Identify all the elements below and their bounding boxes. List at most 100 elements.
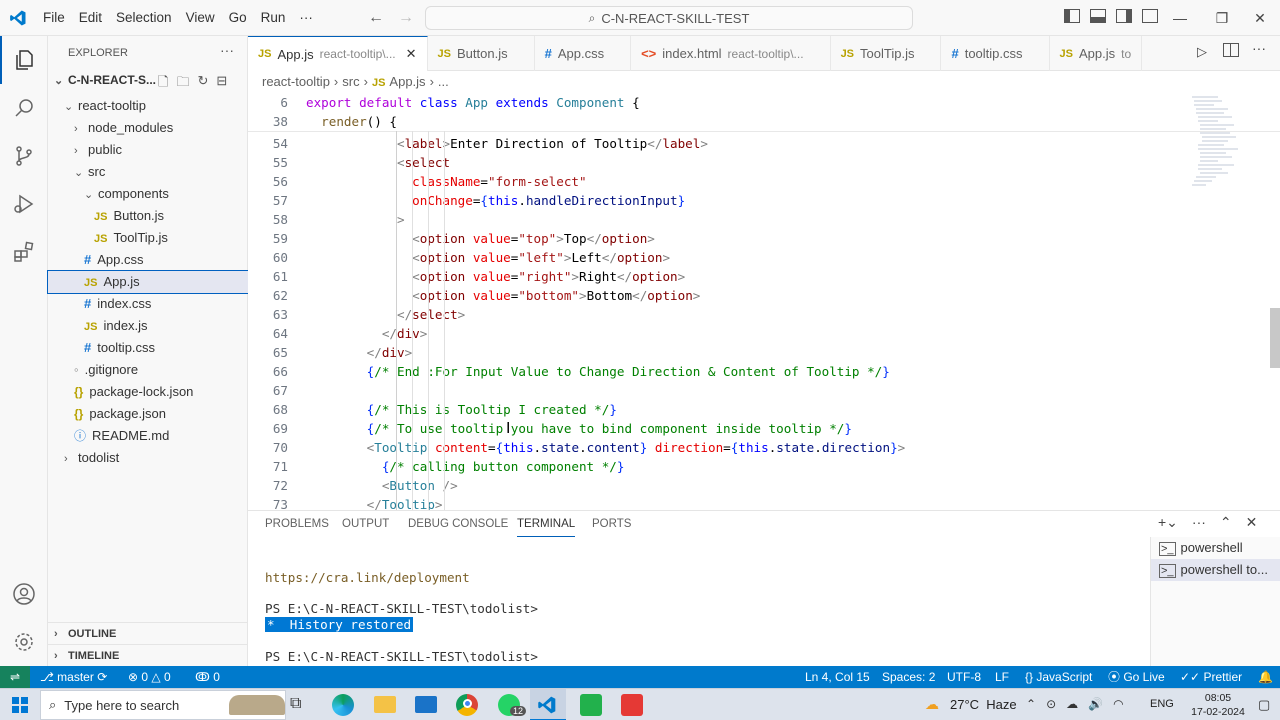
file-item[interactable]: # tooltip.css bbox=[48, 337, 248, 359]
folder-item[interactable]: › todolist bbox=[48, 447, 248, 469]
file-explorer-icon[interactable] bbox=[374, 696, 396, 713]
split-editor-icon[interactable] bbox=[1223, 43, 1239, 57]
editor-more-icon[interactable]: ··· bbox=[1252, 40, 1266, 56]
cloud-icon[interactable]: ☁ bbox=[1066, 697, 1078, 711]
go-live-button[interactable]: ⦿ Go Live bbox=[1108, 666, 1165, 688]
refresh-icon[interactable]: ↻ bbox=[197, 73, 208, 95]
panel-tab[interactable]: PROBLEMS bbox=[265, 511, 329, 537]
prettier-status[interactable]: ✓✓ Prettier bbox=[1180, 666, 1242, 688]
breadcrumb-item[interactable]: App.js bbox=[389, 74, 425, 89]
editor-tab[interactable]: JS ToolTip.js bbox=[831, 36, 942, 71]
folder-item[interactable]: › node_modules bbox=[48, 117, 248, 139]
volume-icon[interactable]: 🔊 bbox=[1088, 697, 1103, 711]
notification-center-icon[interactable]: ▢ bbox=[1258, 697, 1270, 713]
folder-item[interactable]: ⌄ react-tooltip bbox=[48, 95, 248, 117]
search-view-icon[interactable] bbox=[0, 84, 48, 132]
editor-tab[interactable]: JS App.js react-tooltip\... ✕ bbox=[248, 36, 428, 71]
folder-item[interactable]: ⌄ src bbox=[48, 161, 248, 183]
code-editor[interactable]: 6 export default class App extends Compon… bbox=[248, 93, 1280, 510]
collapse-all-icon[interactable]: ⊟ bbox=[216, 73, 227, 95]
toggle-secondary-sidebar-icon[interactable] bbox=[1116, 9, 1132, 23]
breadcrumb-item[interactable]: ... bbox=[438, 74, 449, 89]
panel-more-icon[interactable]: ··· bbox=[1192, 514, 1206, 531]
new-terminal-icon[interactable]: +⌄ bbox=[1158, 514, 1178, 531]
back-arrow-icon[interactable]: ← bbox=[368, 9, 384, 27]
minimap[interactable] bbox=[1188, 93, 1268, 193]
branch-status[interactable]: ⎇ master ⟳ bbox=[40, 666, 107, 688]
editor-scrollbar-thumb[interactable] bbox=[1270, 308, 1280, 368]
edge-browser-icon[interactable] bbox=[332, 694, 354, 716]
input-language[interactable]: ENG bbox=[1150, 698, 1174, 710]
app-red-icon[interactable] bbox=[621, 694, 643, 716]
editor-tab[interactable]: # tooltip.css bbox=[941, 36, 1050, 71]
file-item[interactable]: JS Button.js bbox=[48, 205, 248, 227]
menu-item[interactable]: View bbox=[179, 0, 222, 36]
menu-item[interactable]: Run bbox=[254, 0, 293, 36]
explorer-icon[interactable] bbox=[0, 36, 48, 84]
menu-item[interactable]: Edit bbox=[72, 0, 109, 36]
file-item[interactable]: # App.css bbox=[48, 249, 248, 271]
language-mode[interactable]: {} JavaScript bbox=[1025, 666, 1092, 688]
more-actions-icon[interactable]: ··· bbox=[220, 42, 234, 58]
close-panel-icon[interactable]: ✕ bbox=[1246, 514, 1258, 531]
file-item[interactable]: ⓘ README.md bbox=[48, 425, 248, 447]
task-view-icon[interactable]: ⧉ bbox=[290, 695, 301, 713]
wifi-icon[interactable]: ◠ bbox=[1113, 697, 1123, 711]
settings-gear-icon[interactable] bbox=[0, 618, 48, 666]
network-icon[interactable]: ⊙ bbox=[1046, 697, 1056, 711]
close-window-icon[interactable]: ✕ bbox=[1240, 0, 1280, 36]
problems-status[interactable]: ⊗ 0 △ 0 bbox=[128, 666, 171, 688]
new-folder-icon[interactable]: 🗀 bbox=[176, 73, 189, 95]
panel-tab[interactable]: OUTPUT bbox=[342, 511, 389, 537]
remote-icon[interactable]: ⇌ bbox=[0, 666, 30, 688]
timeline-section[interactable]: › TIMELINE bbox=[48, 644, 248, 666]
mail-icon[interactable] bbox=[415, 696, 437, 713]
file-item[interactable]: JS index.js bbox=[48, 315, 248, 337]
menu-item[interactable]: Selection bbox=[109, 0, 179, 36]
clock[interactable]: 08:05 17-02-2024 bbox=[1186, 691, 1250, 719]
new-file-icon[interactable]: 🗋 bbox=[158, 73, 168, 95]
terminal-item[interactable]: >_ powershell bbox=[1151, 537, 1280, 559]
file-item[interactable]: JS ToolTip.js bbox=[48, 227, 248, 249]
customize-layout-icon[interactable] bbox=[1142, 9, 1158, 23]
outline-section[interactable]: › OUTLINE bbox=[48, 622, 248, 644]
vscode-taskbar-item[interactable] bbox=[530, 689, 566, 720]
windows-start-icon[interactable] bbox=[12, 697, 28, 713]
maximize-panel-icon[interactable]: ⌃ bbox=[1220, 514, 1232, 531]
toggle-sidebar-icon[interactable] bbox=[1064, 9, 1080, 23]
toggle-panel-icon[interactable] bbox=[1090, 9, 1106, 23]
menu-item[interactable]: Go bbox=[222, 0, 254, 36]
extensions-icon[interactable] bbox=[0, 228, 48, 276]
file-item[interactable]: # index.css bbox=[48, 293, 248, 315]
editor-tab[interactable]: <> index.html react-tooltip\... bbox=[631, 36, 831, 71]
taskbar-search-box[interactable]: ⌕ Type here to search bbox=[40, 690, 286, 720]
breadcrumb-item[interactable]: react-tooltip bbox=[262, 74, 330, 89]
run-icon[interactable]: ▷ bbox=[1197, 44, 1207, 60]
terminal-item-active[interactable]: >_ powershell to... bbox=[1151, 559, 1280, 581]
ports-status[interactable]: ↂ 0 bbox=[195, 666, 220, 688]
encoding[interactable]: UTF-8 bbox=[947, 666, 981, 688]
chrome-icon[interactable] bbox=[456, 694, 478, 716]
forward-arrow-icon[interactable]: → bbox=[398, 9, 414, 27]
accounts-icon[interactable] bbox=[0, 570, 48, 618]
menu-item[interactable]: ··· bbox=[292, 0, 320, 36]
folder-item[interactable]: ⌄ components bbox=[48, 183, 248, 205]
breadcrumb-item[interactable]: src bbox=[342, 74, 359, 89]
run-debug-icon[interactable] bbox=[0, 180, 48, 228]
editor-tab[interactable]: JS App.js to bbox=[1050, 36, 1143, 71]
cursor-position[interactable]: Ln 4, Col 15 bbox=[805, 666, 870, 688]
panel-tab[interactable]: PORTS bbox=[592, 511, 631, 537]
end-of-line[interactable]: LF bbox=[995, 666, 1009, 688]
notifications-icon[interactable]: 🔔 bbox=[1258, 666, 1273, 688]
close-tab-icon[interactable]: ✕ bbox=[406, 46, 417, 62]
file-item[interactable]: {} package-lock.json bbox=[48, 381, 248, 403]
panel-tab[interactable]: DEBUG CONSOLE bbox=[408, 511, 508, 537]
file-item[interactable]: JS App.js bbox=[47, 270, 249, 294]
command-center-search[interactable]: ⌕ C-N-REACT-SKILL-TEST bbox=[425, 6, 913, 30]
workspace-root[interactable]: ⌄ C-N-REACT-S... bbox=[54, 73, 156, 87]
minimize-icon[interactable]: — bbox=[1160, 0, 1200, 36]
terminal-line-prompt-current[interactable]: PS E:\C-N-REACT-SKILL-TEST\todolist> bbox=[265, 649, 538, 664]
folder-item[interactable]: › public bbox=[48, 139, 248, 161]
indentation[interactable]: Spaces: 2 bbox=[882, 666, 935, 688]
editor-tab[interactable]: # App.css bbox=[535, 36, 632, 71]
